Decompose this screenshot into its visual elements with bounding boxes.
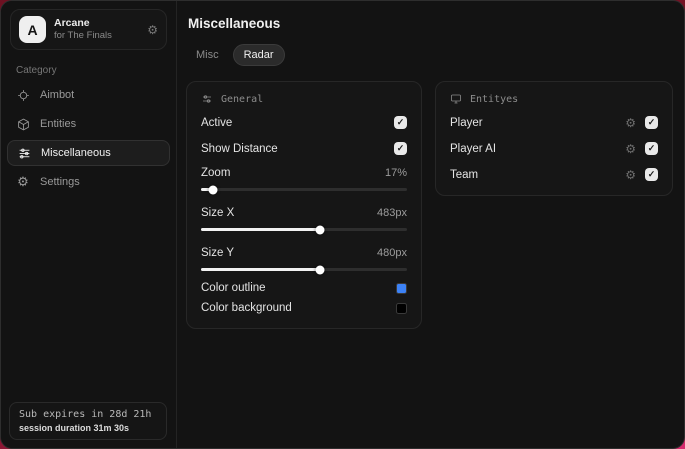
- size-x-value: 483px: [377, 207, 407, 219]
- page-title: Miscellaneous: [188, 16, 281, 31]
- entities-panel-title: Entityes: [470, 93, 519, 105]
- sidebar-item-aimbot[interactable]: Aimbot: [1, 82, 176, 108]
- size-y-label: Size Y: [201, 247, 235, 259]
- size-x-slider-fill: [201, 228, 321, 231]
- entity-label: Player: [450, 116, 483, 129]
- app-title: Arcane: [54, 17, 90, 29]
- show-distance-row: Show Distance: [201, 142, 407, 155]
- size-y-slider[interactable]: [201, 265, 407, 274]
- panels-row: General Active Show Distance Zoom 17%: [186, 81, 673, 329]
- active-row: Active: [201, 116, 407, 129]
- size-y-slider-group: Size Y 480px: [201, 247, 407, 274]
- app-subtitle: for The Finals: [54, 30, 112, 42]
- app-meta: Arcane for The Finals: [54, 17, 139, 42]
- zoom-slider[interactable]: [201, 185, 407, 194]
- sidebar-item-label: Entities: [40, 118, 77, 130]
- entity-row-player-ai: Player AI ⚙: [450, 142, 658, 155]
- show-distance-label: Show Distance: [201, 142, 278, 155]
- tab-radar[interactable]: Radar: [232, 44, 285, 66]
- color-outline-label: Color outline: [201, 282, 266, 294]
- size-x-slider-group: Size X 483px: [201, 207, 407, 234]
- tab-bar: Misc Radar: [186, 44, 673, 66]
- color-outline-row: Color outline: [201, 282, 407, 294]
- entities-panel-header: Entityes: [450, 93, 658, 105]
- app-window: A Arcane for The Finals ⚙ Category Aimbo…: [0, 0, 685, 449]
- entity-row-team: Team ⚙: [450, 168, 658, 181]
- size-y-value: 480px: [377, 247, 407, 259]
- entity-label: Team: [450, 168, 479, 181]
- sidebar-item-entities[interactable]: Entities: [1, 111, 176, 137]
- entities-panel: Entityes Player ⚙ Player AI ⚙: [435, 81, 673, 196]
- show-distance-checkbox[interactable]: [394, 142, 407, 155]
- general-panel-header: General: [201, 93, 407, 105]
- zoom-slider-thumb[interactable]: [208, 185, 218, 194]
- entity-row-player: Player ⚙: [450, 116, 658, 129]
- entity-team-checkbox[interactable]: [645, 168, 658, 181]
- sidebar-item-label: Aimbot: [40, 89, 75, 101]
- active-checkbox[interactable]: [394, 116, 407, 129]
- entity-player-checkbox[interactable]: [645, 116, 658, 129]
- general-panel-title: General: [221, 93, 264, 105]
- sidebar-item-settings[interactable]: ⚙ Settings: [1, 169, 176, 195]
- color-background-label: Color background: [201, 302, 292, 314]
- sidebar-item-label: Settings: [40, 176, 80, 188]
- color-outline-swatch[interactable]: [396, 282, 407, 294]
- sub-expiry-text: Sub expires in 28d 21h: [19, 409, 152, 420]
- cube-icon: [16, 117, 30, 131]
- subscription-card: Sub expires in 28d 21h session duration …: [9, 402, 167, 440]
- color-background-row: Color background: [201, 302, 407, 314]
- session-duration-text: session duration 31m 30s: [19, 423, 130, 433]
- zoom-label: Zoom: [201, 167, 231, 179]
- size-x-slider-thumb[interactable]: [315, 225, 325, 234]
- sliders-icon: [17, 146, 31, 160]
- gear-icon[interactable]: ⚙: [147, 23, 158, 37]
- category-label: Category: [16, 65, 57, 76]
- gear-icon[interactable]: ⚙: [625, 117, 636, 129]
- app-logo: A: [19, 16, 46, 43]
- sidebar-item-miscellaneous[interactable]: Miscellaneous: [7, 140, 170, 166]
- crosshair-icon: [16, 88, 30, 102]
- entity-player-ai-checkbox[interactable]: [645, 142, 658, 155]
- sidebar-item-label: Miscellaneous: [41, 147, 111, 159]
- size-y-slider-fill: [201, 268, 321, 271]
- general-panel: General Active Show Distance Zoom 17%: [186, 81, 422, 329]
- sliders-icon: [203, 95, 211, 103]
- tab-misc[interactable]: Misc: [186, 45, 229, 65]
- active-label: Active: [201, 116, 233, 129]
- main-content: Miscellaneous Misc Radar General Active …: [177, 1, 684, 448]
- zoom-value: 17%: [384, 167, 407, 179]
- size-x-label: Size X: [201, 207, 235, 219]
- monitor-icon: [451, 94, 461, 104]
- entity-label: Player AI: [450, 142, 497, 155]
- gear-icon[interactable]: ⚙: [625, 143, 636, 155]
- app-header-card: A Arcane for The Finals ⚙: [10, 9, 167, 50]
- sidebar-nav: Aimbot Entities Miscellaneous ⚙ Settings: [1, 82, 176, 195]
- zoom-slider-group: Zoom 17%: [201, 167, 407, 194]
- size-y-slider-thumb[interactable]: [315, 265, 325, 274]
- color-background-swatch[interactable]: [396, 302, 407, 314]
- sidebar: A Arcane for The Finals ⚙ Category Aimbo…: [1, 1, 177, 448]
- gear-icon: ⚙: [17, 174, 29, 189]
- gear-icon[interactable]: ⚙: [625, 169, 636, 181]
- size-x-slider[interactable]: [201, 225, 407, 234]
